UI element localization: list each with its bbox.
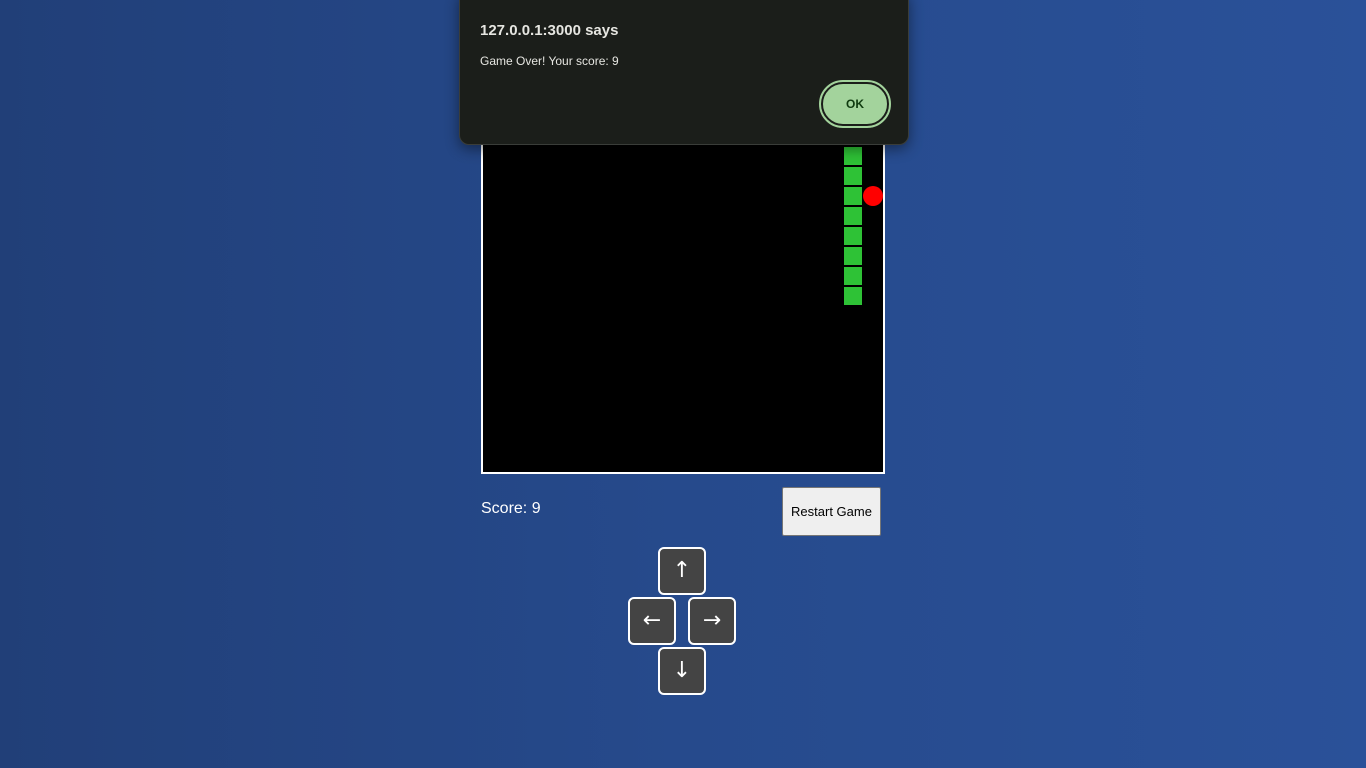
snake-segment xyxy=(844,227,862,245)
snake-segment xyxy=(844,287,862,305)
alert-dialog: 127.0.0.1:3000 says Game Over! Your scor… xyxy=(459,0,909,145)
snake-segment xyxy=(844,167,862,185)
arrow-down-button[interactable]: ↓ xyxy=(658,647,706,695)
ok-button[interactable]: OK xyxy=(819,80,891,128)
arrow-right-button[interactable]: → xyxy=(688,597,736,645)
snake-segment xyxy=(844,267,862,285)
dialog-message: Game Over! Your score: 9 xyxy=(480,54,619,68)
score-display: Score: 9 xyxy=(481,500,541,517)
arrow-left-button[interactable]: ← xyxy=(628,597,676,645)
food-dot xyxy=(863,186,883,206)
snake-segment xyxy=(844,247,862,265)
dialog-title: 127.0.0.1:3000 says xyxy=(480,22,619,39)
snake-segment xyxy=(844,187,862,205)
snake-segment xyxy=(844,147,862,165)
snake-segment xyxy=(844,207,862,225)
arrow-up-button[interactable]: ↑ xyxy=(658,547,706,595)
game-board xyxy=(481,100,885,474)
restart-game-button[interactable]: Restart Game xyxy=(782,487,881,536)
